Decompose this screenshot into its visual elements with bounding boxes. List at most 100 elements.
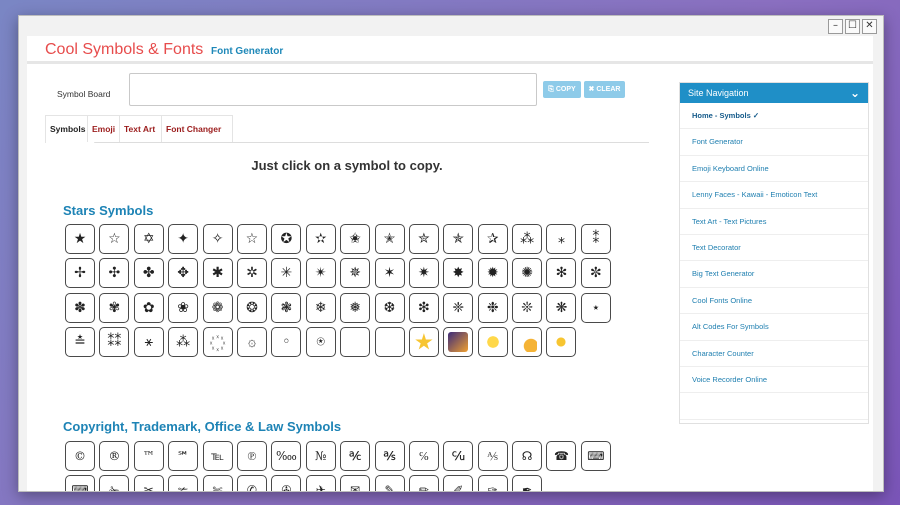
symbol-cell[interactable]: ⚹	[133, 327, 164, 358]
tab-text-art[interactable]: Text Art	[119, 115, 167, 142]
symbol-cell[interactable]: ⅍	[477, 441, 508, 471]
symbol-cell[interactable]: ✴	[305, 258, 336, 289]
symbol-cell[interactable]: ❃	[271, 292, 302, 323]
symbol-cell[interactable]: ✂	[133, 475, 164, 491]
symbol-cell[interactable]	[374, 327, 405, 358]
symbol-cell[interactable]: ✺	[512, 258, 543, 289]
symbol-cell[interactable]: ✫	[305, 224, 336, 254]
symbol-cell[interactable]: ☎	[546, 441, 577, 471]
symbol-cell[interactable]: ✼	[580, 258, 611, 289]
symbol-cell[interactable]: ℀	[340, 441, 371, 471]
symbol-cell[interactable]: ✢	[65, 258, 95, 289]
symbol-cell[interactable]: ©	[65, 441, 95, 471]
symbol-cell[interactable]: ✐	[443, 475, 474, 491]
symbol-cell[interactable]: ✤	[133, 258, 164, 289]
tab-font-changer[interactable]: Font Changer	[161, 115, 233, 142]
symbol-cell[interactable]	[408, 327, 439, 358]
clear-button[interactable]: ✖ CLEAR	[584, 81, 625, 98]
symbol-cell[interactable]: ☆	[99, 224, 130, 254]
nav-item[interactable]: Voice Recorder Online	[680, 367, 868, 394]
symbol-cell[interactable]	[546, 327, 577, 358]
symbol-cell[interactable]: ❊	[512, 292, 543, 323]
symbol-cell[interactable]: ✪	[271, 224, 302, 254]
symbol-cell[interactable]: ★	[65, 224, 95, 254]
symbol-cell[interactable]: ✯	[443, 224, 474, 254]
symbol-cell[interactable]: ❆	[374, 292, 405, 323]
symbol-cell[interactable]: ✒	[512, 475, 543, 491]
symbol-cell[interactable]: ❀	[168, 292, 199, 323]
close-button[interactable]: ✕	[862, 19, 877, 34]
symbol-cell[interactable]: ✧	[202, 224, 233, 254]
site-logo[interactable]: Cool Symbols & Fonts	[45, 41, 203, 59]
symbol-cell[interactable]: ◦	[271, 327, 302, 358]
nav-item[interactable]: Home - Symbols ✓	[680, 103, 868, 130]
symbol-cell[interactable]: ✃	[168, 475, 199, 491]
symbol-cell[interactable]: ⋆	[580, 292, 611, 323]
symbol-cell[interactable]	[443, 327, 474, 358]
symbol-cell[interactable]: ✽	[65, 292, 95, 323]
symbol-cell[interactable]: ꙰	[202, 327, 233, 358]
symbol-cell[interactable]: ❅	[340, 292, 371, 323]
symbol-cell[interactable]: ✹	[477, 258, 508, 289]
symbol-cell[interactable]: ❈	[443, 292, 474, 323]
symbol-cell[interactable]: ✲	[236, 258, 267, 289]
copy-button[interactable]: ⎘ COPY	[543, 81, 581, 98]
symbol-cell[interactable]: ✇	[271, 475, 302, 491]
symbol-cell[interactable]: ✿	[133, 292, 164, 323]
symbol-cell[interactable]: ✈	[305, 475, 336, 491]
nav-item[interactable]: Lenny Faces - Kawaii - Emoticon Text	[680, 182, 868, 209]
symbol-cell[interactable]: ✶	[374, 258, 405, 289]
symbol-cell[interactable]: ❇	[408, 292, 439, 323]
symbol-cell[interactable]: ℁	[374, 441, 405, 471]
symbol-cell[interactable]: ™	[133, 441, 164, 471]
symbol-cell[interactable]: ☊	[512, 441, 543, 471]
symbol-cell[interactable]: ❋	[546, 292, 577, 323]
symbol-cell[interactable]: ✾	[99, 292, 130, 323]
nav-item[interactable]	[680, 393, 868, 420]
symbol-cell[interactable]: ❂	[236, 292, 267, 323]
symbol-cell[interactable]: ℅	[408, 441, 439, 471]
nav-item[interactable]: Cool Fonts Online	[680, 288, 868, 315]
symbol-cell[interactable]: ۞	[236, 327, 267, 358]
symbol-cell[interactable]: ✣	[99, 258, 130, 289]
symbol-cell[interactable]: ✉	[340, 475, 371, 491]
symbol-cell[interactable]: ✻	[546, 258, 577, 289]
symbol-cell[interactable]: ✡	[133, 224, 164, 254]
symbol-cell[interactable]: ✄	[202, 475, 233, 491]
symbol-cell[interactable]: ℠	[168, 441, 199, 471]
nav-item[interactable]: Emoji Keyboard Online	[680, 156, 868, 183]
symbol-cell[interactable]	[340, 327, 371, 358]
symbol-cell[interactable]: ✷	[408, 258, 439, 289]
symbol-cell[interactable]: ⁑	[580, 224, 611, 254]
nav-item[interactable]: Text Decorator	[680, 235, 868, 262]
symbol-cell[interactable]	[477, 327, 508, 358]
nav-item[interactable]: Big Text Generator	[680, 261, 868, 288]
symbol-cell[interactable]: ⍟	[305, 327, 336, 358]
symbol-cell[interactable]: ☆	[236, 224, 267, 254]
symbol-cell[interactable]: ✱	[202, 258, 233, 289]
symbol-cell[interactable]: ✁	[99, 475, 130, 491]
symbol-board-input[interactable]	[129, 73, 537, 106]
maximize-button[interactable]: ☐	[845, 19, 860, 34]
symbol-cell[interactable]: ⌨	[65, 475, 95, 491]
symbol-cell[interactable]: ❄	[305, 292, 336, 323]
symbol-cell[interactable]: ✰	[477, 224, 508, 254]
symbol-cell[interactable]: ✸	[443, 258, 474, 289]
symbol-cell[interactable]: ✏	[408, 475, 439, 491]
site-subtitle-link[interactable]: Font Generator	[211, 46, 283, 57]
symbol-cell[interactable]: ✬	[340, 224, 371, 254]
nav-item[interactable]: Alt Codes For Symbols	[680, 314, 868, 341]
nav-item[interactable]: Font Generator	[680, 129, 868, 156]
symbol-cell[interactable]: ❁	[202, 292, 233, 323]
symbol-cell[interactable]: ✆	[236, 475, 267, 491]
nav-item[interactable]: Text Art - Text Pictures	[680, 209, 868, 235]
nav-item[interactable]: Character Counter	[680, 341, 868, 367]
symbol-cell[interactable]: ✥	[168, 258, 199, 289]
symbol-cell[interactable]: ⁑⁑	[99, 327, 130, 358]
symbol-cell[interactable]: ⁂	[512, 224, 543, 254]
symbol-cell[interactable]: ℡	[202, 441, 233, 471]
symbol-cell[interactable]: ✳	[271, 258, 302, 289]
symbol-cell[interactable]: ✵	[340, 258, 371, 289]
symbol-cell[interactable]: ℆	[443, 441, 474, 471]
minimize-button[interactable]: –	[828, 19, 843, 34]
